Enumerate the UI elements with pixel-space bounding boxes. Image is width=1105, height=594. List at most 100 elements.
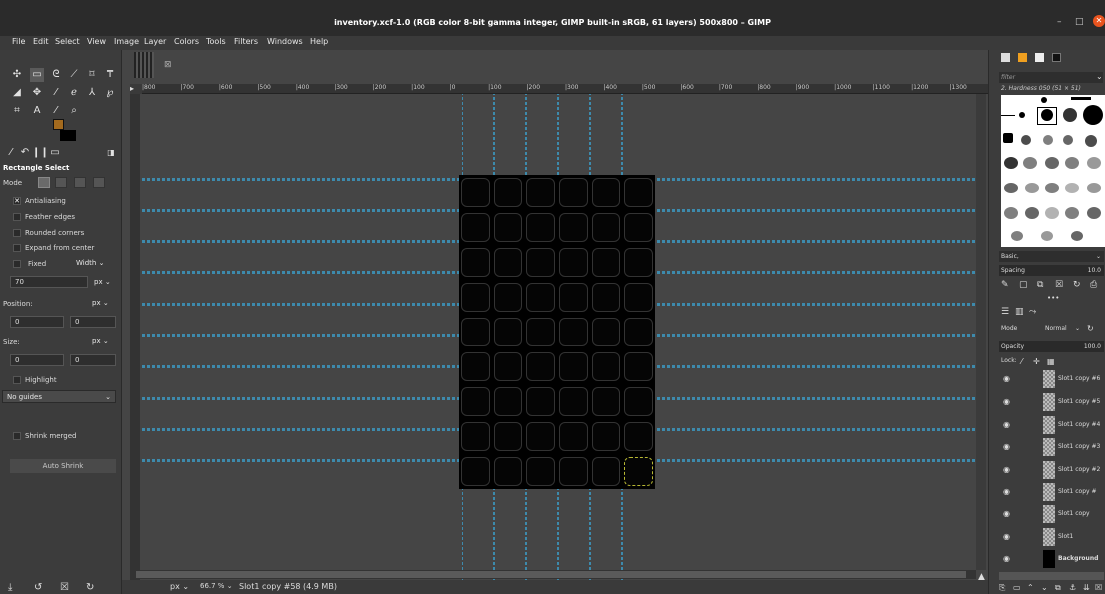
layer-mode-dropdown[interactable]: Normal [1045, 325, 1067, 332]
menu-windows[interactable]: Windows [267, 37, 303, 46]
new-layer-icon[interactable]: ⎘ [999, 583, 1005, 593]
inventory-slot[interactable] [493, 352, 523, 382]
brush-item[interactable] [1001, 115, 1015, 116]
brush-item[interactable] [1065, 157, 1079, 169]
brush-item[interactable] [1063, 135, 1073, 145]
image-tab-close-icon[interactable]: ⊠ [164, 60, 172, 70]
inventory-slot[interactable] [591, 212, 621, 242]
raise-layer-icon[interactable]: ⌃ [1027, 583, 1034, 592]
inventory-slot[interactable] [493, 247, 523, 277]
brush-filter-input[interactable]: filter [999, 72, 1103, 83]
position-x-field[interactable]: 0 [10, 316, 64, 328]
rounded-corners-checkbox[interactable] [13, 229, 21, 237]
inventory-slot[interactable] [493, 422, 523, 452]
position-y-field[interactable]: 0 [70, 316, 116, 328]
inventory-slot[interactable] [526, 247, 555, 277]
minimize-button[interactable]: – [1057, 17, 1062, 27]
tab-menu-icon[interactable]: ◨ [104, 146, 118, 160]
fixed-type-dropdown[interactable]: Width ⌄ [72, 257, 116, 270]
chevron-down-icon[interactable]: ⌄ [1096, 72, 1103, 81]
layer-mode-reset-icon[interactable]: ↻ [1087, 324, 1094, 333]
brush-item[interactable] [1041, 97, 1047, 103]
menu-colors[interactable]: Colors [174, 37, 199, 46]
channels-tab-icon[interactable]: ▥ [1015, 307, 1024, 317]
layer-row[interactable]: ◉ Slot1 copy #5 [999, 391, 1104, 413]
brush-item[interactable] [1045, 183, 1059, 193]
transform-tool-icon[interactable]: ◢ [10, 86, 24, 100]
menu-edit[interactable]: Edit [33, 37, 49, 46]
visibility-eye-icon[interactable]: ◉ [1003, 487, 1010, 496]
delete-brush-icon[interactable]: ☒ [1055, 280, 1063, 290]
image-tab-thumbnail[interactable] [134, 52, 154, 78]
mode-intersect-button[interactable] [93, 177, 105, 188]
inventory-slot[interactable] [461, 352, 490, 382]
inventory-slot[interactable] [559, 247, 588, 277]
inventory-slot[interactable] [559, 457, 588, 486]
inventory-slot[interactable] [461, 317, 490, 347]
visibility-eye-icon[interactable]: ◉ [1003, 532, 1010, 541]
fixed-value-field[interactable]: 70 [10, 276, 88, 288]
inventory-slot[interactable] [461, 212, 490, 242]
layer-row[interactable]: ◉ Slot1 copy #2 [999, 459, 1104, 481]
menu-filters[interactable]: Filters [234, 37, 258, 46]
inventory-slot[interactable] [493, 212, 523, 242]
inventory-slot[interactable] [526, 422, 555, 452]
layers-tab-icon[interactable]: ☰ [1001, 307, 1009, 317]
shrink-merged-checkbox[interactable] [13, 432, 21, 440]
inventory-slot[interactable] [591, 178, 621, 207]
image-canvas[interactable] [459, 175, 655, 489]
lock-position-icon[interactable]: ✛ [1033, 357, 1040, 366]
pane-separator-icon[interactable]: ••• [1047, 294, 1059, 302]
inventory-slot[interactable] [526, 457, 555, 486]
brush-item[interactable] [1045, 207, 1059, 219]
move-tool-icon[interactable]: ✣ [10, 68, 24, 82]
brush-item[interactable] [1023, 157, 1037, 169]
inventory-slot[interactable] [624, 282, 653, 312]
undo-history-tab-icon[interactable]: ↶ [18, 146, 32, 160]
inventory-slot[interactable] [624, 178, 653, 207]
expand-center-checkbox[interactable] [13, 244, 21, 252]
inventory-slot[interactable] [591, 457, 621, 486]
opacity-slider[interactable]: Opacity 100.0 [999, 341, 1104, 352]
brush-item[interactable] [1085, 135, 1097, 147]
images-tab-icon[interactable]: ▭ [48, 146, 62, 160]
lower-layer-icon[interactable]: ⌄ [1041, 583, 1048, 592]
lasso-tool-icon[interactable]: ᘓ [49, 68, 63, 82]
color-picker-tool-icon[interactable]: ⌗ [10, 104, 24, 118]
brush-item[interactable] [1019, 112, 1025, 118]
inventory-slot[interactable] [493, 282, 523, 312]
inventory-slot[interactable] [591, 352, 621, 382]
delete-layer-icon[interactable]: ☒ [1095, 583, 1102, 592]
vertical-scrollbar[interactable] [976, 94, 986, 570]
highlight-checkbox[interactable] [13, 376, 21, 384]
layer-row[interactable]: ◉ Slot1 copy [999, 503, 1104, 525]
visibility-eye-icon[interactable]: ◉ [1003, 442, 1010, 451]
zoom-tool-icon[interactable]: ⌕ [67, 104, 81, 118]
inventory-slot[interactable] [591, 247, 621, 277]
brush-grid[interactable] [1001, 95, 1105, 247]
inventory-slot[interactable] [493, 178, 523, 207]
menu-layer[interactable]: Layer [144, 37, 166, 46]
refresh-brushes-icon[interactable]: ↻ [1073, 280, 1081, 290]
auto-shrink-button[interactable]: Auto Shrink [10, 459, 116, 473]
inventory-slot[interactable] [591, 387, 621, 417]
tool-options-tab-icon[interactable]: ⁄ [4, 146, 18, 160]
brushes-tab-icon[interactable] [1001, 53, 1010, 62]
layers-scrollbar[interactable] [999, 572, 1104, 580]
inventory-slot[interactable] [526, 387, 555, 417]
brush-item[interactable] [1071, 97, 1091, 100]
brush-item[interactable] [1003, 133, 1013, 143]
visibility-eye-icon[interactable]: ◉ [1003, 397, 1010, 406]
horizontal-scrollbar[interactable] [130, 570, 976, 579]
inventory-slot[interactable] [461, 282, 490, 312]
brush-item[interactable] [1021, 135, 1031, 145]
brush-item[interactable] [1025, 207, 1039, 219]
inventory-slot[interactable] [493, 387, 523, 417]
size-unit-dropdown[interactable]: px ⌄ [88, 335, 116, 348]
brush-as-image-icon[interactable]: ⎙ [1090, 280, 1097, 290]
inventory-slot[interactable] [624, 387, 653, 417]
vertical-ruler[interactable] [130, 94, 140, 580]
inventory-slot[interactable] [559, 422, 588, 452]
maximize-button[interactable]: □ [1075, 17, 1084, 27]
brush-item[interactable] [1041, 109, 1053, 121]
